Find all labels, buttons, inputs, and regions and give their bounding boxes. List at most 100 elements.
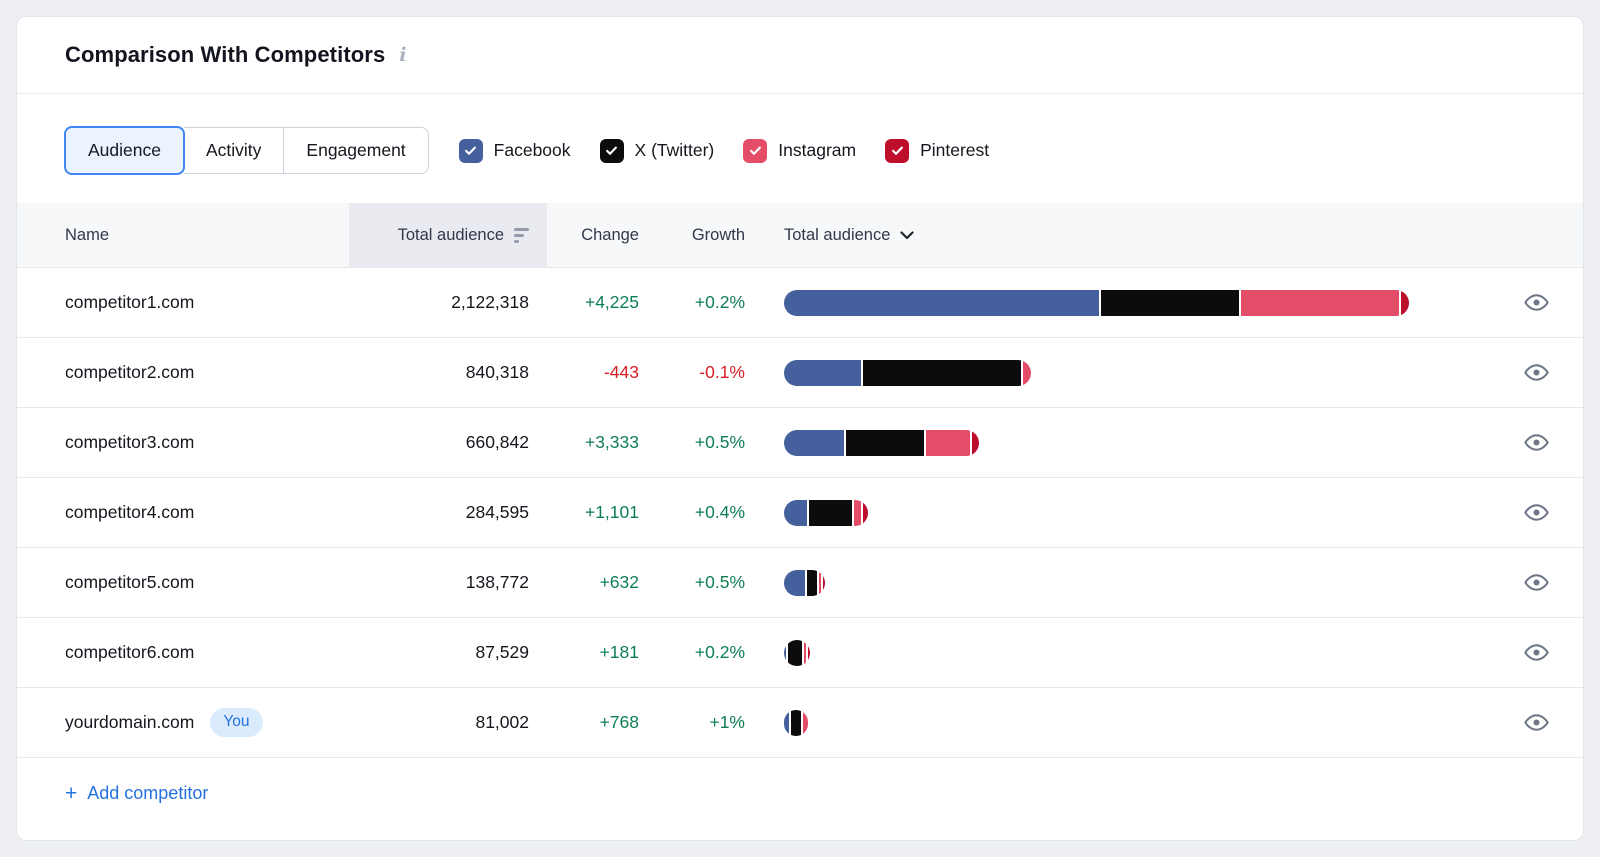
add-competitor-button[interactable]: + Add competitor xyxy=(65,783,208,804)
you-badge: You xyxy=(210,708,262,737)
bar-segment-x-twitter xyxy=(807,570,817,596)
table-header-row: Name Total audience Change Growth Total … xyxy=(17,203,1583,267)
bar-segment-pinterest xyxy=(863,500,868,526)
bar-segment-x-twitter xyxy=(863,360,1021,386)
column-header-name: Name xyxy=(17,203,349,267)
audience-bar-cell xyxy=(745,290,1489,316)
plus-icon: + xyxy=(65,783,77,804)
table-row: competitor5.com 138,772 +632 +0.5% xyxy=(17,547,1583,617)
platform-label: X (Twitter) xyxy=(635,140,715,161)
growth-value: +0.2% xyxy=(639,292,745,313)
column-header-label: Total audience xyxy=(398,226,504,245)
bar-segment-instagram xyxy=(854,500,861,526)
competitor-name: competitor5.com xyxy=(65,572,194,593)
visibility-cell xyxy=(1489,709,1583,736)
change-value: +3,333 xyxy=(547,432,639,453)
bar-segment-facebook xyxy=(784,640,786,666)
bar-segment-facebook xyxy=(784,430,844,456)
checkbox-checked-icon xyxy=(459,139,483,163)
bar-segment-facebook xyxy=(784,290,1099,316)
column-header-growth: Growth xyxy=(639,203,745,267)
bar-segment-x-twitter xyxy=(846,430,923,456)
visibility-cell xyxy=(1489,429,1583,456)
column-header-total-audience[interactable]: Total audience xyxy=(349,203,547,267)
eye-icon[interactable] xyxy=(1523,499,1550,526)
visibility-cell xyxy=(1489,499,1583,526)
competitor-name: competitor1.com xyxy=(65,292,194,313)
chevron-down-icon xyxy=(900,231,914,240)
growth-value: -0.1% xyxy=(639,362,745,383)
bar-segment-pinterest xyxy=(823,570,825,596)
total-audience-value: 840,318 xyxy=(349,362,547,383)
table-row: competitor2.com 840,318 -443 -0.1% xyxy=(17,337,1583,407)
platform-label: Instagram xyxy=(778,140,856,161)
competitor-name: yourdomain.com xyxy=(65,712,194,733)
column-header-bar-metric[interactable]: Total audience xyxy=(745,203,1489,267)
bar-segment-pinterest xyxy=(1401,290,1409,316)
checkbox-checked-icon xyxy=(600,139,624,163)
competitor-name-cell: competitor3.com xyxy=(17,432,349,453)
change-value: +181 xyxy=(547,642,639,663)
competitor-name: competitor2.com xyxy=(65,362,194,383)
bar-segment-x-twitter xyxy=(791,710,800,736)
checkbox-instagram[interactable]: Instagram xyxy=(743,139,856,163)
info-icon[interactable]: i xyxy=(399,46,406,65)
checkbox-checked-icon xyxy=(743,139,767,163)
toolbar: Audience Activity Engagement Facebook X … xyxy=(17,94,1583,203)
eye-icon[interactable] xyxy=(1523,429,1550,456)
platform-filters: Facebook X (Twitter) Instagram Pinterest xyxy=(459,139,989,163)
total-audience-value: 2,122,318 xyxy=(349,292,547,313)
bar-segment-instagram xyxy=(1023,360,1031,386)
bar-segment-x-twitter xyxy=(788,640,802,666)
bar-segment-facebook xyxy=(784,500,807,526)
eye-icon[interactable] xyxy=(1523,359,1550,386)
tab-engagement[interactable]: Engagement xyxy=(284,127,428,174)
audience-stacked-bar xyxy=(784,710,808,736)
bar-segment-pinterest xyxy=(972,430,979,456)
eye-icon[interactable] xyxy=(1523,709,1550,736)
total-audience-value: 284,595 xyxy=(349,502,547,523)
change-value: +1,101 xyxy=(547,502,639,523)
column-header-label: Total audience xyxy=(784,226,890,245)
checkbox-facebook[interactable]: Facebook xyxy=(459,139,571,163)
eye-icon[interactable] xyxy=(1523,289,1550,316)
bar-segment-instagram xyxy=(819,570,821,596)
total-audience-value: 81,002 xyxy=(349,712,547,733)
tab-audience[interactable]: Audience xyxy=(64,126,185,175)
change-value: -443 xyxy=(547,362,639,383)
checkbox-pinterest[interactable]: Pinterest xyxy=(885,139,989,163)
competitor-name-cell: competitor5.com xyxy=(17,572,349,593)
eye-icon[interactable] xyxy=(1523,639,1550,666)
total-audience-value: 660,842 xyxy=(349,432,547,453)
competitor-name-cell: yourdomain.com You xyxy=(17,708,349,737)
table-body: competitor1.com 2,122,318 +4,225 +0.2% c… xyxy=(17,267,1583,757)
audience-stacked-bar xyxy=(784,500,868,526)
bar-segment-x-twitter xyxy=(809,500,852,526)
bar-segment-instagram xyxy=(1241,290,1399,316)
total-audience-value: 87,529 xyxy=(349,642,547,663)
growth-value: +0.5% xyxy=(639,432,745,453)
bar-segment-facebook xyxy=(784,710,789,736)
tab-activity[interactable]: Activity xyxy=(184,127,284,174)
change-value: +632 xyxy=(547,572,639,593)
checkbox-x-twitter[interactable]: X (Twitter) xyxy=(600,139,715,163)
total-audience-value: 138,772 xyxy=(349,572,547,593)
audience-bar-cell xyxy=(745,430,1489,456)
growth-value: +0.2% xyxy=(639,642,745,663)
audience-stacked-bar xyxy=(784,570,825,596)
platform-label: Pinterest xyxy=(920,140,989,161)
checkbox-checked-icon xyxy=(885,139,909,163)
table-row: competitor4.com 284,595 +1,101 +0.4% xyxy=(17,477,1583,547)
table-row: yourdomain.com You 81,002 +768 +1% xyxy=(17,687,1583,757)
audience-bar-cell xyxy=(745,640,1489,666)
table-row: competitor3.com 660,842 +3,333 +0.5% xyxy=(17,407,1583,477)
visibility-cell xyxy=(1489,639,1583,666)
table-row: competitor6.com 87,529 +181 +0.2% xyxy=(17,617,1583,687)
bar-segment-instagram xyxy=(803,710,808,736)
competitor-name-cell: competitor2.com xyxy=(17,362,349,383)
bar-segment-pinterest xyxy=(808,640,810,666)
growth-value: +1% xyxy=(639,712,745,733)
audience-bar-cell xyxy=(745,570,1489,596)
eye-icon[interactable] xyxy=(1523,569,1550,596)
audience-stacked-bar xyxy=(784,430,979,456)
